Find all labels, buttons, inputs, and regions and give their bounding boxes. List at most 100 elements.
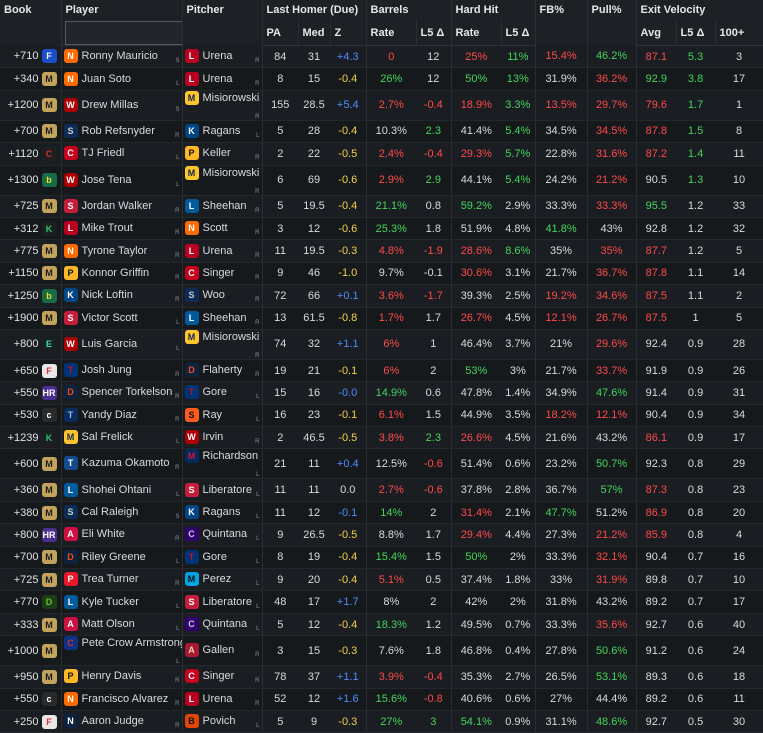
odds-cell[interactable]: +250 F (0, 710, 62, 733)
player-name[interactable]: Luis Garcia (82, 338, 138, 350)
player-cell[interactable]: C TJ Friedl L (61, 142, 183, 166)
odds-cell[interactable]: +1250 b (0, 284, 62, 308)
pitcher-cell[interactable]: M Misiorowski R (182, 90, 263, 121)
odds-value[interactable]: +250 (14, 716, 39, 728)
odds-value[interactable]: +710 (14, 50, 39, 62)
player-row[interactable]: +800 E W Luis Garcia L M Misiorowski R 74 32 +1.1 6… (0, 329, 763, 360)
odds-value[interactable]: +1000 (8, 645, 39, 657)
pitcher-cell[interactable]: M Misiorowski R (182, 329, 263, 360)
player-name[interactable]: Ronny Mauricio (82, 50, 158, 62)
player-cell[interactable]: P Konnor Griffin R (61, 262, 183, 286)
col-pull[interactable]: Pull% (587, 0, 637, 46)
pitcher-cell[interactable]: N Scott R (182, 217, 263, 241)
player-cell[interactable]: D Riley Greene L (61, 546, 183, 570)
col-hardhit-rate[interactable]: Rate (451, 20, 502, 46)
odds-cell[interactable]: +700 M (0, 546, 62, 570)
player-row[interactable]: +380 M S Cal Raleigh S K Ragans L 11 12 -0.1 14% 2 31… (0, 501, 763, 525)
col-last-homer[interactable]: Last Homer (Due) (262, 0, 367, 20)
player-cell[interactable]: L Mike Trout R (61, 217, 183, 241)
odds-cell[interactable]: +333 M (0, 613, 62, 637)
player-row[interactable]: +725 M P Trea Turner R M Perez L 9 20 -0.4 5.1% 0.5 3… (0, 568, 763, 592)
pitcher-cell[interactable]: M Misiorowski R (182, 165, 263, 196)
player-name[interactable]: Drew Millas (82, 99, 139, 111)
pitcher-cell[interactable]: W Irvin R (182, 426, 263, 450)
pitcher-name[interactable]: Ray (203, 409, 223, 421)
player-name[interactable]: Tyrone Taylor (82, 245, 148, 257)
player-row[interactable]: +360 M L Shohei Ohtani L S Liberatore L 11 11 0.0 2… (0, 478, 763, 502)
pitcher-name[interactable]: Misiorowski (203, 167, 260, 179)
odds-value[interactable]: +1250 (8, 290, 39, 302)
odds-value[interactable]: +700 (14, 125, 39, 137)
player-name[interactable]: TJ Friedl (82, 147, 125, 159)
odds-value[interactable]: +333 (14, 618, 39, 630)
pitcher-name[interactable]: Woo (203, 289, 225, 301)
col-pa[interactable]: PA (262, 20, 299, 46)
player-name[interactable]: Shohei Ohtani (82, 484, 152, 496)
odds-value[interactable]: +312 (14, 223, 39, 235)
player-name[interactable]: Jose Tena (82, 174, 132, 186)
player-name[interactable]: Sal Frelick (82, 431, 133, 443)
pitcher-name[interactable]: Flaherty (203, 364, 243, 376)
player-cell[interactable]: P Trea Turner R (61, 568, 183, 592)
player-row[interactable]: +550 c N Francisco Alvarez R L Urena R 52 12 +1.6 1… (0, 688, 763, 711)
pitcher-cell[interactable]: D Flaherty R (182, 359, 263, 383)
odds-cell[interactable]: +380 M (0, 501, 62, 525)
pitcher-cell[interactable]: K Ragans L (182, 501, 263, 525)
player-cell[interactable]: S Cal Raleigh S (61, 501, 183, 525)
pitcher-cell[interactable]: L Sheehan R (182, 195, 263, 218)
player-cell[interactable]: K Nick Loftin R (61, 284, 183, 308)
col-barrel-rate[interactable]: Rate (366, 20, 417, 46)
odds-cell[interactable]: +710 F (0, 45, 62, 69)
pitcher-cell[interactable]: T Gore L (182, 546, 263, 570)
pitcher-name[interactable]: Gore (203, 386, 227, 398)
odds-value[interactable]: +550 (14, 693, 39, 705)
odds-value[interactable]: +1200 (8, 99, 39, 111)
player-name[interactable]: Juan Soto (82, 73, 132, 85)
pitcher-name[interactable]: Sheehan (203, 200, 247, 212)
odds-cell[interactable]: +1120 C (0, 142, 62, 166)
pitcher-name[interactable]: Gallen (203, 644, 235, 656)
pitcher-name[interactable]: Singer (203, 267, 235, 279)
pitcher-cell[interactable]: A Gallen R (182, 635, 263, 667)
pitcher-name[interactable]: Richardson (203, 450, 259, 462)
player-name[interactable]: Victor Scott (82, 312, 138, 324)
player-row[interactable]: +250 F N Aaron Judge R B Povich L 5 9 -0.3 27% 3 54.1… (0, 710, 763, 733)
odds-cell[interactable]: +800 E (0, 329, 62, 360)
odds-value[interactable]: +725 (14, 574, 39, 586)
pitcher-cell[interactable]: S Liberatore L (182, 478, 263, 502)
pitcher-name[interactable]: Ragans (203, 125, 241, 137)
player-cell[interactable]: L Shohei Ohtani L (61, 478, 183, 502)
pitcher-cell[interactable]: M Perez L (182, 568, 263, 592)
player-cell[interactable]: N Aaron Judge R (61, 710, 183, 733)
col-med[interactable]: Med (298, 20, 331, 46)
player-row[interactable]: +1239 K M Sal Frelick L W Irvin R 2 46.5 -0.5 3.8% 2… (0, 426, 763, 450)
col-player[interactable]: Player (61, 0, 183, 20)
player-cell[interactable]: S Jordan Walker R (61, 195, 183, 218)
player-name[interactable]: Matt Olson (82, 618, 135, 630)
odds-value[interactable]: +800 (14, 338, 39, 350)
player-cell[interactable]: N Ronny Mauricio S (61, 45, 183, 69)
pitcher-name[interactable]: Liberatore (203, 484, 253, 496)
odds-cell[interactable]: +340 M (0, 67, 62, 91)
pitcher-cell[interactable]: K Ragans L (182, 120, 263, 144)
odds-value[interactable]: +950 (14, 671, 39, 683)
odds-cell[interactable]: +650 F (0, 359, 62, 383)
col-hardhit-l5[interactable]: L5 Δ (501, 20, 536, 46)
pitcher-name[interactable]: Sheehan (203, 312, 247, 324)
player-row[interactable]: +333 M A Matt Olson L C Quintana L 5 12 -0.4 18.3% 1… (0, 613, 763, 637)
pitcher-cell[interactable]: L Urena R (182, 239, 263, 263)
player-cell[interactable]: T Yandy Diaz R (61, 404, 183, 428)
odds-value[interactable]: +725 (14, 200, 39, 212)
pitcher-cell[interactable]: M Richardson L (182, 448, 263, 480)
odds-value[interactable]: +360 (14, 484, 39, 496)
player-cell[interactable]: W Jose Tena L (61, 165, 183, 196)
player-row[interactable]: +700 M S Rob Refsnyder R K Ragans L 5 28 -0.4 10.3%… (0, 120, 763, 144)
pitcher-name[interactable]: Singer (203, 670, 235, 682)
odds-cell[interactable]: +1239 K (0, 426, 62, 450)
player-name[interactable]: Rob Refsnyder (82, 125, 155, 137)
player-cell[interactable]: A Eli White R (61, 523, 183, 547)
odds-value[interactable]: +700 (14, 551, 39, 563)
player-cell[interactable]: W Luis Garcia L (61, 329, 183, 360)
player-cell[interactable]: N Juan Soto L (61, 67, 183, 91)
player-name[interactable]: Kyle Tucker (82, 596, 139, 608)
